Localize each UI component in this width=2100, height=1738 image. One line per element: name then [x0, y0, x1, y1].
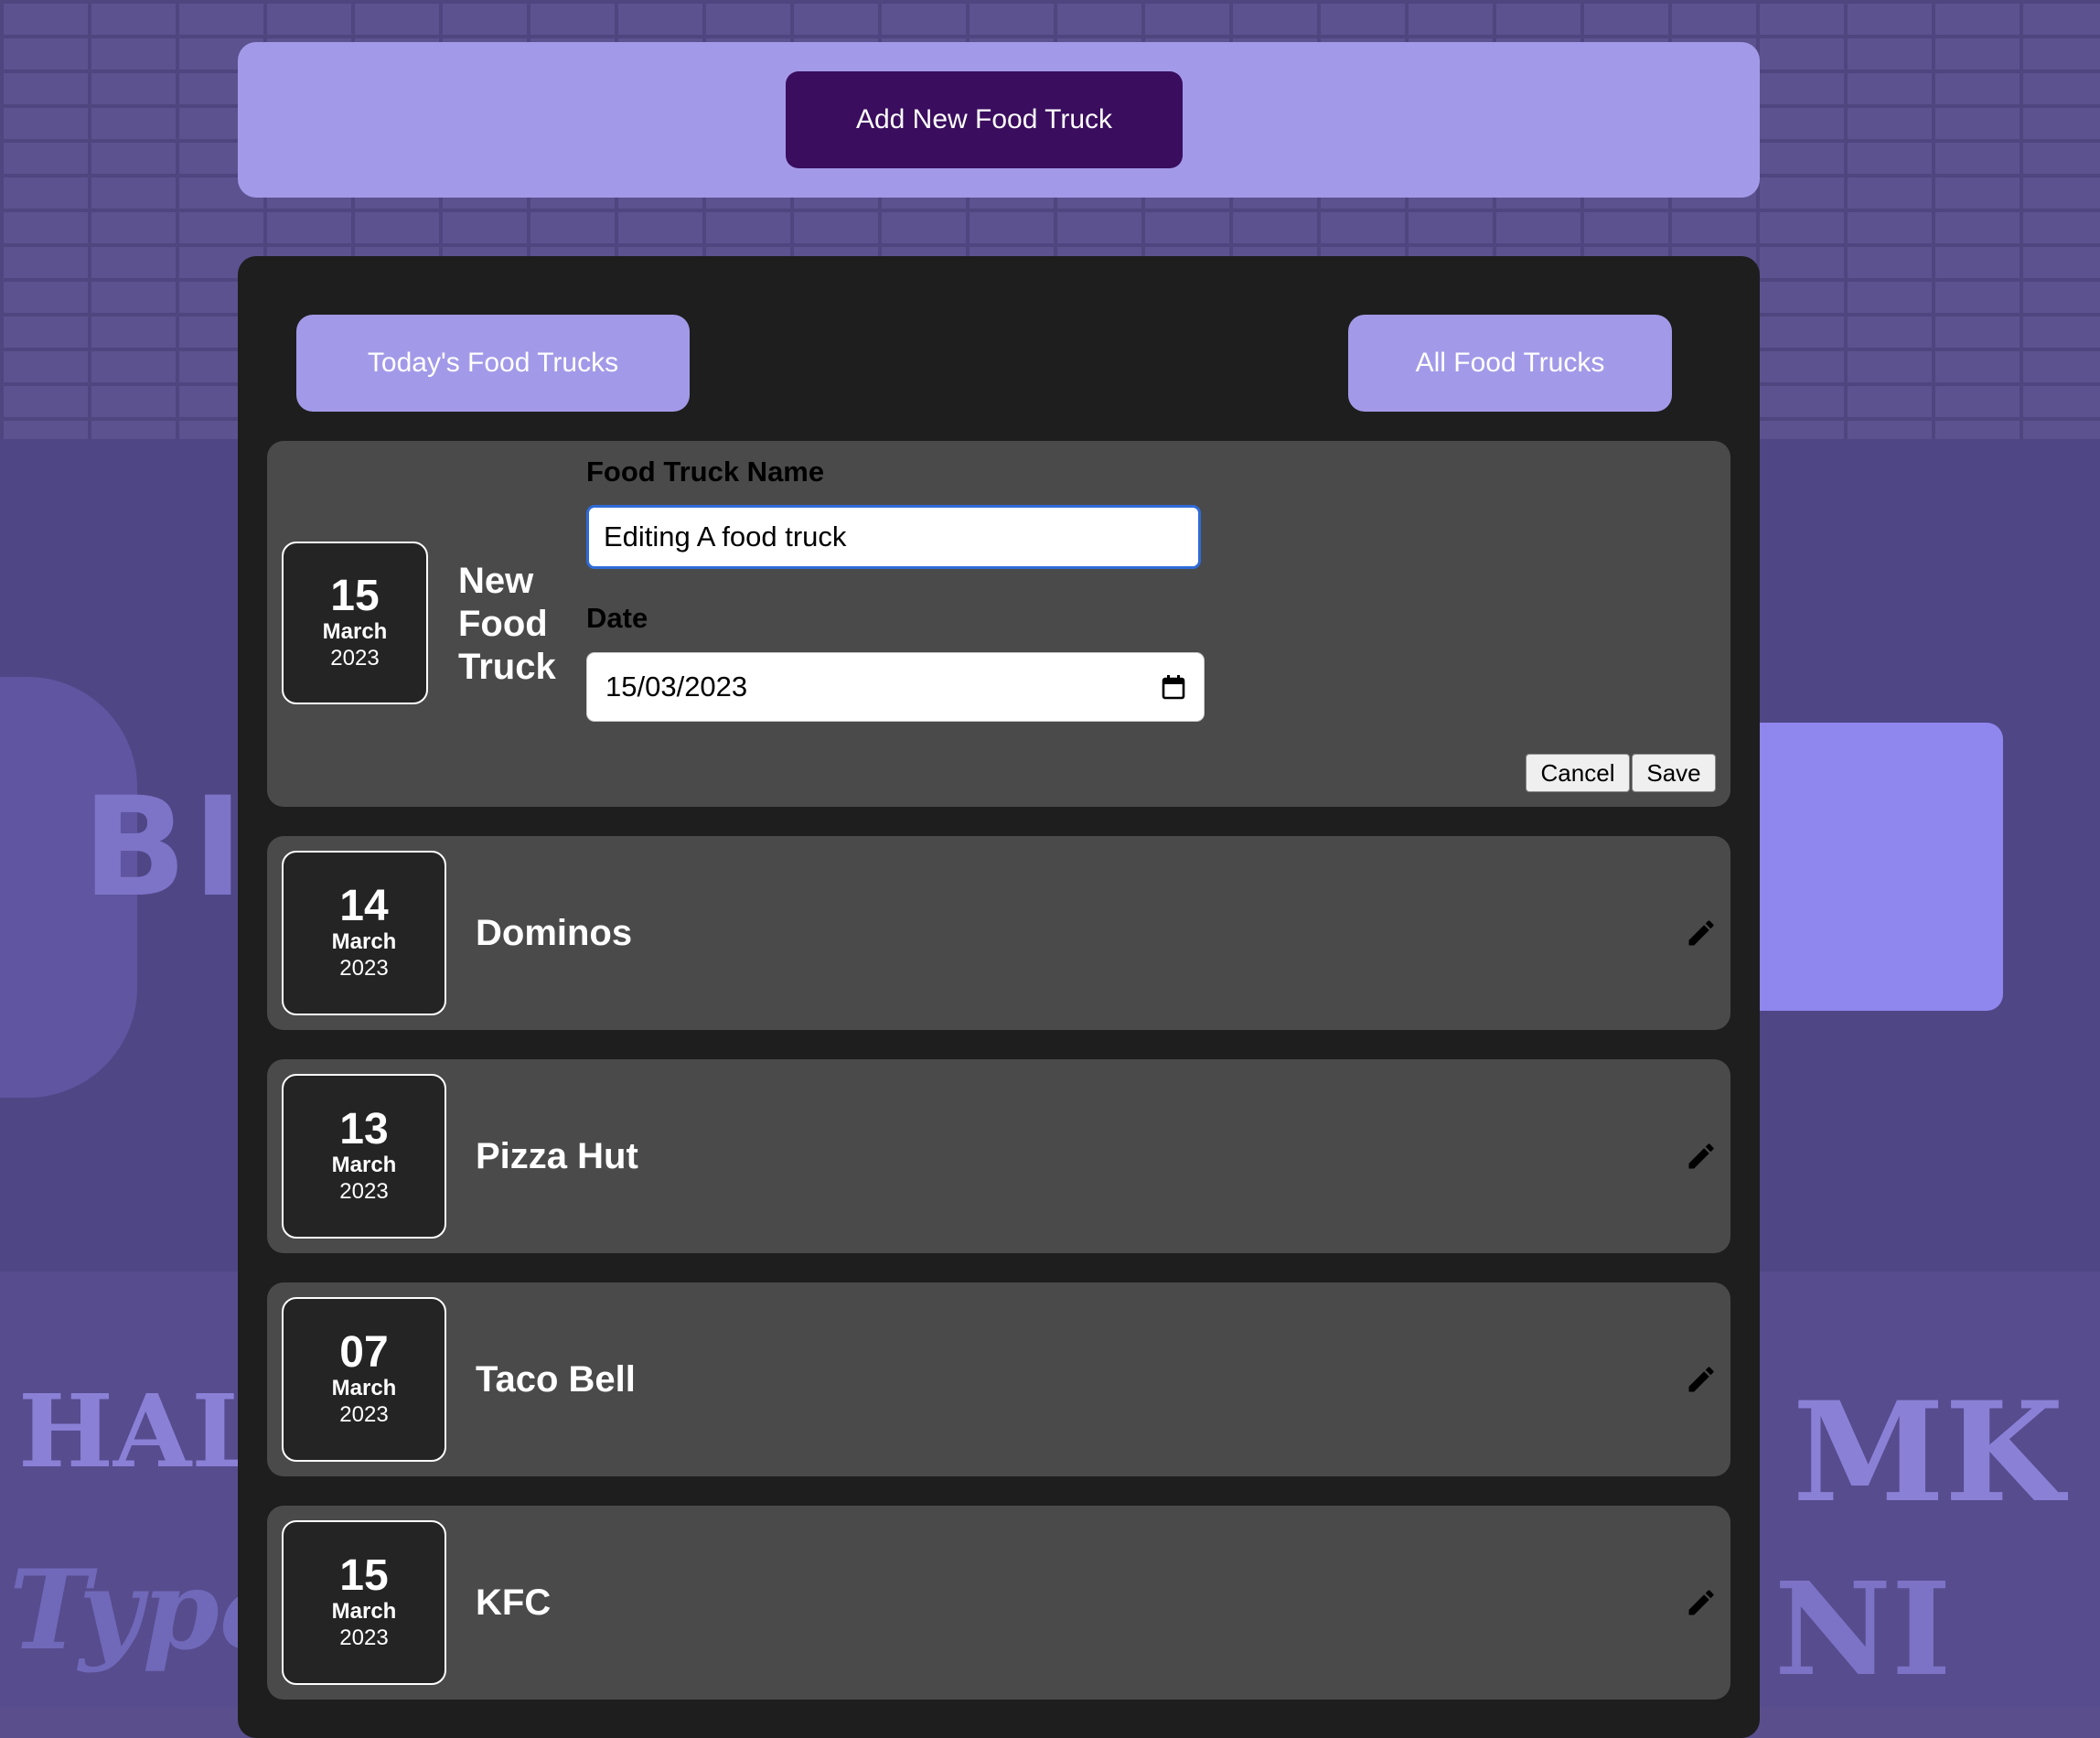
food-truck-name: KFC: [476, 1582, 552, 1623]
date-input[interactable]: 15/03/2023: [586, 652, 1205, 722]
date-year: 2023: [330, 646, 380, 671]
date-day: 15: [330, 572, 380, 620]
truck-window-background: [1738, 723, 2003, 1011]
food-truck-panel: Today's Food Trucks All Food Trucks 15 M…: [238, 256, 1760, 1738]
add-new-food-truck-button[interactable]: Add New Food Truck: [786, 71, 1183, 168]
date-day: 14: [339, 882, 389, 930]
date-month: March: [331, 1376, 397, 1401]
pencil-icon[interactable]: [1685, 1140, 1718, 1173]
cancel-button[interactable]: Cancel: [1526, 754, 1630, 792]
edit-food-truck-card: 15 March 2023 New Food Truck Food Truck …: [267, 441, 1730, 807]
pencil-icon[interactable]: [1685, 1586, 1718, 1619]
date-year: 2023: [339, 956, 389, 982]
date-day: 15: [339, 1551, 389, 1600]
food-truck-name: Dominos: [476, 912, 633, 953]
date-month: March: [331, 1153, 397, 1178]
date-year: 2023: [339, 1625, 389, 1651]
todays-food-trucks-button[interactable]: Today's Food Trucks: [296, 315, 690, 412]
date-year: 2023: [339, 1179, 389, 1205]
all-food-trucks-button[interactable]: All Food Trucks: [1348, 315, 1672, 412]
date-input-value: 15/03/2023: [605, 671, 748, 703]
food-truck-name-input[interactable]: [586, 505, 1201, 569]
calendar-icon[interactable]: [1162, 674, 1185, 700]
pencil-icon[interactable]: [1685, 1363, 1718, 1396]
edit-card-title: New Food Truck: [458, 561, 556, 687]
background-lettering: MK: [1793, 1372, 2064, 1533]
date-badge: 07 March 2023: [282, 1297, 446, 1462]
food-truck-name-label: Food Truck Name: [586, 456, 825, 488]
food-truck-card: 13 March 2023 Pizza Hut: [267, 1059, 1730, 1253]
date-badge: 15 March 2023: [282, 542, 428, 704]
date-label: Date: [586, 602, 648, 634]
pencil-icon[interactable]: [1685, 917, 1718, 949]
food-truck-card: 14 March 2023 Dominos: [267, 836, 1730, 1030]
date-month: March: [331, 1599, 397, 1625]
food-truck-card: 07 March 2023 Taco Bell: [267, 1282, 1730, 1476]
background-lettering: NI: [1774, 1555, 1952, 1705]
date-day: 07: [339, 1328, 389, 1377]
date-month: March: [322, 619, 388, 645]
date-badge: 14 March 2023: [282, 851, 446, 1015]
food-truck-name: Taco Bell: [476, 1358, 636, 1400]
save-button[interactable]: Save: [1632, 754, 1716, 792]
top-bar: Add New Food Truck: [238, 42, 1760, 198]
food-truck-card: 15 March 2023 KFC: [267, 1506, 1730, 1700]
date-day: 13: [339, 1105, 389, 1153]
date-badge: 15 March 2023: [282, 1520, 446, 1685]
date-year: 2023: [339, 1402, 389, 1428]
food-truck-name: Pizza Hut: [476, 1135, 638, 1176]
date-month: March: [331, 929, 397, 955]
date-badge: 13 March 2023: [282, 1074, 446, 1239]
background-lettering: BI: [82, 768, 250, 928]
